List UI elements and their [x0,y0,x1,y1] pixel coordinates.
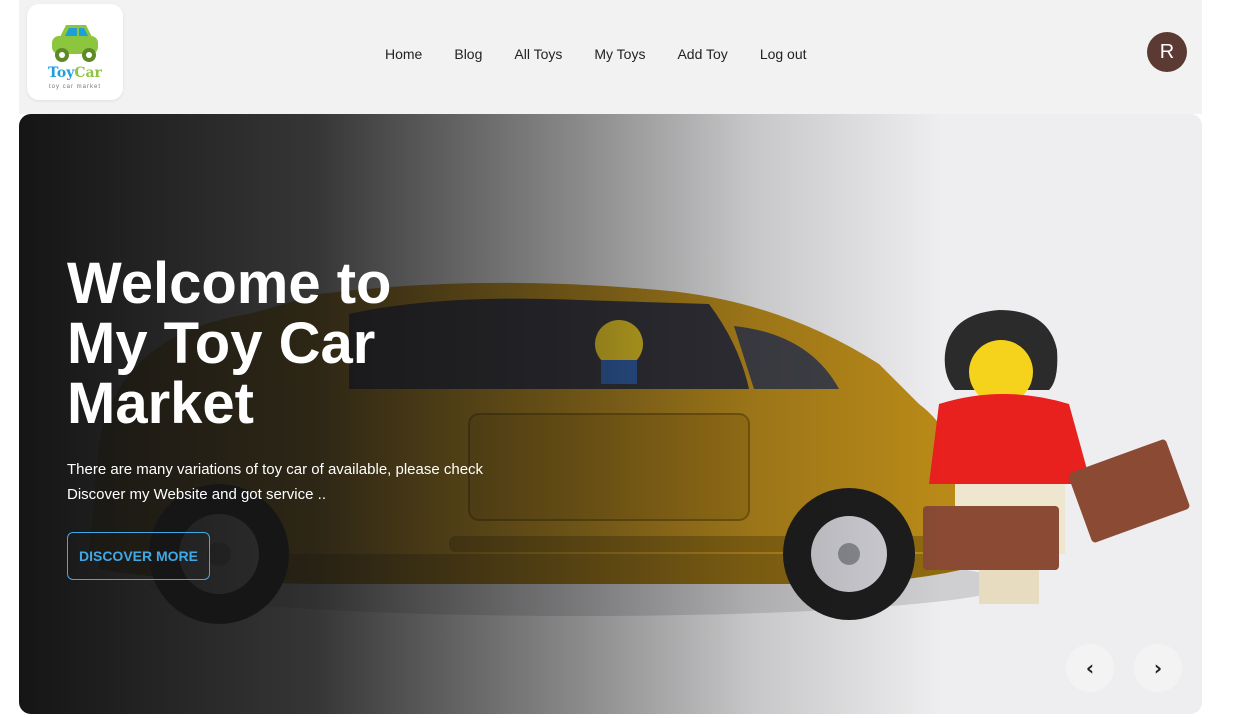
nav-blog-link[interactable]: Blog [454,44,482,64]
navbar: ToyCar toy car market Home Blog All Toys… [19,0,1202,114]
logo-text: ToyCar [27,65,123,81]
logo-text-car: Car [74,65,102,81]
page: ToyCar toy car market Home Blog All Toys… [0,0,1241,718]
main-nav: Home Blog All Toys My Toys Add Toy Log o… [385,44,839,64]
user-avatar[interactable]: R [1147,32,1187,72]
toy-car-logo-icon [52,25,98,62]
logo-text-toy: Toy [48,65,75,81]
chevron-right-icon: › [1153,656,1163,680]
hero-banner: Welcome to My Toy Car Market There are m… [19,114,1202,714]
logo-tagline: toy car market [48,84,101,90]
discover-more-button[interactable]: DISCOVER MORE [67,532,210,580]
logo[interactable]: ToyCar toy car market [27,4,123,100]
nav-all-toys-link[interactable]: All Toys [514,44,562,64]
nav-home-link[interactable]: Home [385,44,422,64]
hero-title: Welcome to My Toy Car Market [67,251,392,436]
carousel-prev-button[interactable]: ‹ [1066,644,1114,692]
nav-my-toys-link[interactable]: My Toys [594,44,645,64]
nav-log-out-link[interactable]: Log out [760,44,807,64]
nav-add-toy-link[interactable]: Add Toy [677,44,727,64]
hero-description: There are many variations of toy car of … [67,461,484,503]
chevron-left-icon: ‹ [1085,656,1095,680]
carousel-next-button[interactable]: › [1134,644,1182,692]
